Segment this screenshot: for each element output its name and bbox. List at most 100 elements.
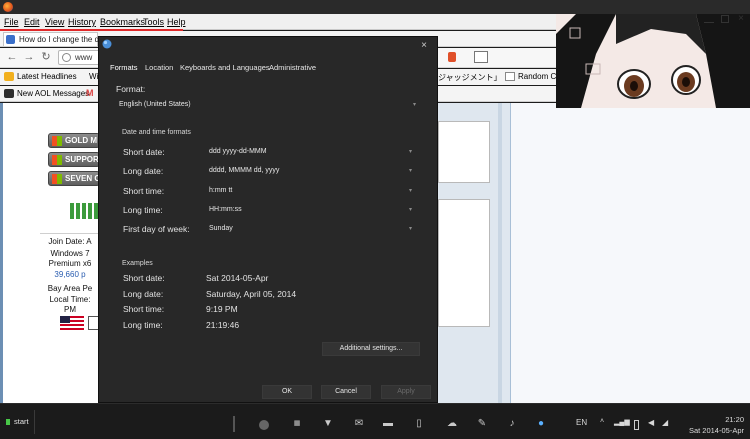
windows-flag-icon [52,174,62,184]
printer-icon[interactable]: ▬ [382,418,394,430]
short-date-label: Short date: [123,147,165,157]
app-circle-icon[interactable] [259,420,269,430]
music-icon[interactable]: ♪ [506,418,518,430]
chevron-down-icon[interactable]: ▾ [409,148,412,155]
addon-icon[interactable] [448,52,456,62]
volume-icon[interactable]: ◀ [648,418,654,427]
menu-tools[interactable]: Tools [143,17,164,27]
dialog-close-button[interactable]: × [421,40,427,51]
tab-formats[interactable]: Formats [110,63,138,72]
chevron-down-icon[interactable]: ▾ [409,225,412,232]
chevron-down-icon[interactable]: ▾ [409,206,412,213]
clock[interactable]: 21:20 Sat 2014-05-Apr [664,414,744,436]
example-long-time-label: Long time: [123,320,163,330]
seven-badge: SEVEN C [48,171,100,186]
chevron-down-icon[interactable]: ▾ [409,167,412,174]
apply-button[interactable]: Apply [381,385,431,399]
short-date-select[interactable]: ddd yyyy-dd-MMM [209,148,267,155]
menu-help[interactable]: Help [167,17,186,27]
menu-view[interactable]: View [45,17,64,27]
us-flag-icon [60,316,84,330]
forum-page-left: GOLD M SUPPOR SEVEN C Join Date: A Windo… [0,103,100,403]
example-long-date-label: Long date: [123,289,164,299]
short-time-label: Short time: [123,186,165,196]
url-text: www [75,53,93,62]
content-frame [438,199,490,327]
first-day-label: First day of week: [123,224,190,234]
menu-bookmarks[interactable]: Bookmarks [100,17,145,27]
shield-icon[interactable]: ▼ [322,418,334,430]
taskbar: start ▦ ▼ ✉ ▬ ▯ ☁ ✎ ♪ ● EN ˄ ▂▄▆ ◀ ◢ 21:… [0,403,750,439]
screenshot-icon[interactable] [474,51,488,63]
tab-location[interactable]: Location [145,63,173,72]
post-count[interactable]: 39,660 p [40,270,100,279]
os-line1: Windows 7 [50,249,90,258]
chevron-down-icon[interactable]: ▾ [409,187,412,194]
clock-time: 21:20 [725,415,744,424]
clock-date: Sat 2014-05-Apr [688,426,744,435]
globe-icon [62,53,71,62]
back-icon[interactable]: ← [6,51,18,63]
long-time-select[interactable]: HH:mm:ss [209,206,242,213]
maximize-icon[interactable] [721,15,729,23]
language-indicator[interactable]: EN [576,418,587,427]
tab-administrative[interactable]: Administrative [269,63,316,72]
trash-icon[interactable]: ▯ [413,418,425,430]
menu-edit[interactable]: Edit [24,17,40,27]
bookmark-judgment[interactable]: ジャッジメント」 [438,72,502,83]
gold-member-badge: GOLD M [48,133,100,148]
tray-arrow-icon[interactable]: ˄ [600,418,604,425]
browser-tab[interactable]: How do I change the defa [3,32,110,46]
example-short-time-value: 9:19 PM [206,304,238,314]
tab-keyboards[interactable]: Keyboards and Languages [180,63,270,72]
long-date-select[interactable]: dddd, MMMM dd, yyyy [209,167,279,174]
region-globe-icon[interactable]: ● [535,418,547,430]
short-time-select[interactable]: h:mm tt [209,187,232,194]
example-long-date-value: Saturday, April 05, 2014 [206,289,297,299]
bookmark-aol-messages[interactable]: New AOL Messages [17,89,89,98]
reputation-icon [70,203,100,219]
long-time-label: Long time: [123,205,163,215]
signal-icon[interactable]: ▂▄▆ [614,418,630,426]
chevron-down-icon[interactable]: ▾ [413,101,416,108]
start-button[interactable]: start [6,417,29,426]
support-badge: SUPPOR [48,152,100,167]
forum-page-right [438,103,750,403]
ok-button[interactable]: OK [262,385,312,399]
example-short-time-label: Short time: [123,304,165,314]
start-icon [6,419,10,425]
reload-icon[interactable]: ↻ [40,51,52,63]
windows-flag-icon [52,136,62,146]
cancel-button[interactable]: Cancel [321,385,371,399]
first-day-select[interactable]: Sunday [209,225,233,232]
format-select-value[interactable]: English (United States) [119,101,191,108]
minimize-icon[interactable] [704,17,714,23]
tab-title: How do I change the defa [19,35,111,44]
globe-dialog-icon [102,39,112,49]
url-bar[interactable]: www [58,50,103,65]
tab-favicon-icon [6,35,15,44]
region-dialog: × Formats Location Keyboards and Languag… [98,36,438,403]
long-date-label: Long date: [123,166,164,176]
additional-settings-button[interactable]: Additional settings... [322,342,420,356]
bookmark-latest-headlines[interactable]: Latest Headlines [17,72,77,81]
page-icon [505,72,515,81]
taskbar-separator [233,416,235,432]
firefox-icon[interactable] [3,2,13,12]
battery-icon[interactable] [634,420,639,430]
gmail-icon[interactable]: M [86,89,96,98]
window-titlebar [0,0,750,14]
example-short-date-value: Sat 2014-05-Apr [206,273,269,283]
calendar-icon[interactable]: ▦ [291,418,303,430]
close-window-icon[interactable]: × [738,14,744,24]
mail-icon[interactable]: ✉ [353,418,365,430]
windows-flag-icon [52,155,62,165]
location: Bay Area Pe [47,284,93,293]
menu-history[interactable]: History [68,17,96,27]
forward-icon[interactable]: → [23,51,35,63]
feather-icon[interactable]: ✎ [476,418,488,430]
cloud-icon[interactable]: ☁ [446,418,458,430]
menu-file[interactable]: File [4,17,19,27]
scrollbar[interactable] [498,103,502,403]
bookmark-wi[interactable]: Wi [89,72,98,81]
